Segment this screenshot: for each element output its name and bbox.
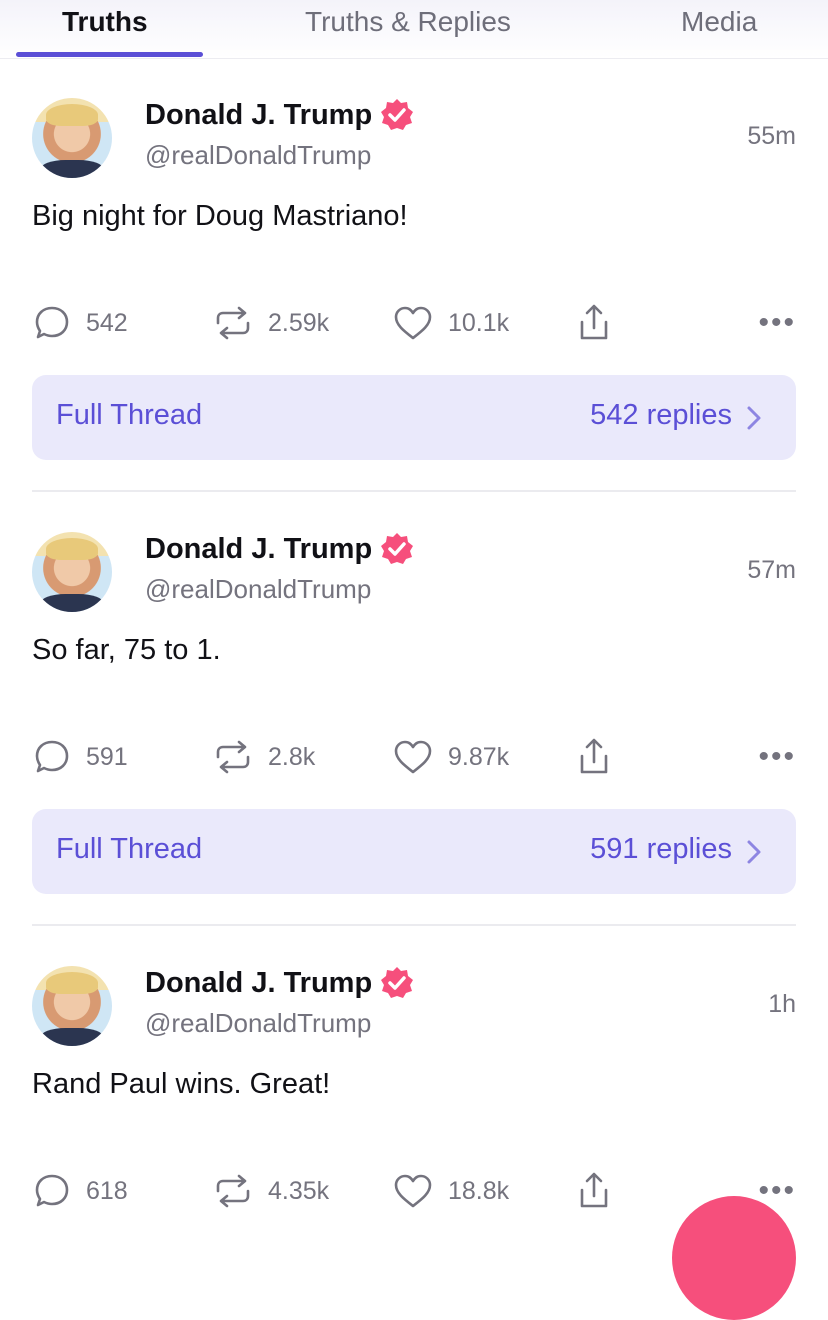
more-options-button[interactable]: ••• — [758, 308, 796, 338]
author-name[interactable]: Donald J. Trump — [145, 533, 372, 566]
retruth-button[interactable]: 2.8k — [212, 734, 315, 780]
share-button[interactable] — [576, 734, 612, 780]
author-handle[interactable]: @realDonaldTrump — [145, 140, 371, 171]
reply-button[interactable]: 542 — [32, 300, 128, 346]
like-button[interactable]: 10.1k — [392, 300, 509, 346]
retruth-icon — [216, 306, 250, 340]
post[interactable]: Donald J. Trump @realDonaldTrump 57m So … — [0, 434, 828, 926]
reply-count: 591 — [86, 742, 128, 771]
author-name[interactable]: Donald J. Trump — [145, 967, 372, 1000]
like-count: 9.87k — [448, 742, 510, 771]
post[interactable]: Donald J. Trump @realDonaldTrump 55m Big… — [0, 0, 828, 492]
thread-replies-count: 542 replies — [590, 399, 732, 431]
reply-icon — [35, 1174, 69, 1207]
more-options-button[interactable]: ••• — [758, 1176, 796, 1206]
full-thread-label: Full Thread — [56, 399, 203, 431]
full-thread-label: Full Thread — [56, 833, 203, 865]
post-time: 57m — [747, 556, 796, 584]
retruth-icon — [216, 1174, 250, 1208]
retruth-icon — [216, 740, 250, 774]
verified-badge-icon — [381, 533, 414, 564]
post-text: So far, 75 to 1. — [32, 634, 221, 666]
avatar[interactable] — [32, 532, 112, 612]
post-actions: 591 2.8k 9.87k ••• — [0, 734, 828, 780]
author-name[interactable]: Donald J. Trump — [145, 99, 372, 132]
reply-icon — [35, 740, 69, 773]
author-handle[interactable]: @realDonaldTrump — [145, 1008, 371, 1039]
retruth-button[interactable]: 2.59k — [212, 300, 329, 346]
post-text: Rand Paul wins. Great! — [32, 1068, 331, 1100]
share-icon — [580, 738, 608, 774]
author-handle[interactable]: @realDonaldTrump — [145, 574, 371, 605]
retruth-button[interactable]: 4.35k — [212, 1168, 329, 1214]
avatar[interactable] — [32, 98, 112, 178]
compose-fab-button[interactable] — [672, 1196, 796, 1320]
thread-replies-count: 591 replies — [590, 833, 732, 865]
retruth-count: 2.59k — [268, 308, 330, 337]
heart-icon — [394, 1174, 432, 1208]
chevron-right-icon — [747, 406, 761, 430]
more-options-button[interactable]: ••• — [758, 742, 796, 772]
like-count: 10.1k — [448, 308, 510, 337]
like-button[interactable]: 18.8k — [392, 1168, 509, 1214]
reply-button[interactable]: 591 — [32, 734, 128, 780]
verified-badge-icon — [381, 967, 414, 998]
like-count: 18.8k — [448, 1176, 510, 1205]
reply-count: 542 — [86, 308, 128, 337]
post-time: 1h — [768, 990, 796, 1018]
share-button[interactable] — [576, 300, 612, 346]
avatar[interactable] — [32, 966, 112, 1046]
share-icon — [580, 304, 608, 340]
heart-icon — [394, 740, 432, 774]
reply-count: 618 — [86, 1176, 128, 1205]
chevron-right-icon — [747, 840, 761, 864]
share-icon — [580, 1172, 608, 1208]
post-text: Big night for Doug Mastriano! — [32, 200, 408, 232]
retruth-count: 4.35k — [268, 1176, 330, 1205]
retruth-count: 2.8k — [268, 742, 316, 771]
heart-icon — [394, 306, 432, 340]
share-button[interactable] — [576, 1168, 612, 1214]
post-actions: 542 2.59k 10.1k ••• — [0, 300, 828, 346]
post-time: 55m — [747, 122, 796, 150]
like-button[interactable]: 9.87k — [392, 734, 509, 780]
reply-icon — [35, 306, 69, 339]
reply-button[interactable]: 618 — [32, 1168, 128, 1214]
verified-badge-icon — [381, 99, 414, 130]
